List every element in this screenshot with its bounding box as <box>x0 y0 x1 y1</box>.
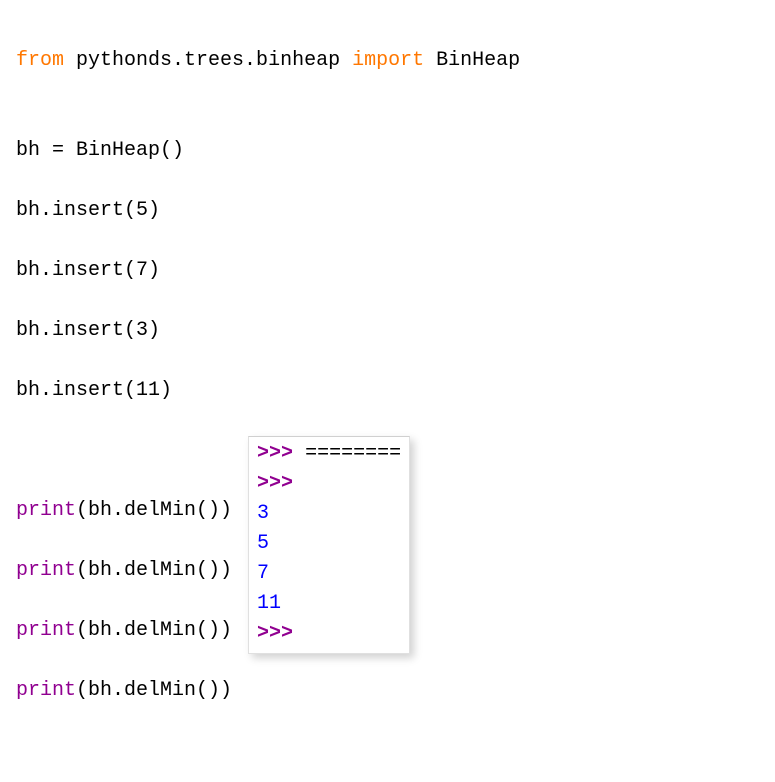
code-line-2: bh = BinHeap() <box>16 136 759 166</box>
builtin-print: print <box>16 559 76 582</box>
keyword-import: import <box>352 49 424 72</box>
code-line-print-2: print(bh.delMin()) <box>16 556 232 586</box>
repl-line: 3 <box>257 499 401 529</box>
repl-value: 11 <box>257 592 281 615</box>
bottom-row: print(bh.delMin()) print(bh.delMin()) pr… <box>16 466 759 766</box>
repl-line: 5 <box>257 529 401 559</box>
code-block: from pythonds.trees.binheap import BinHe… <box>16 16 759 466</box>
builtin-print: print <box>16 679 76 702</box>
module-path: pythonds.trees.binheap <box>76 49 340 72</box>
repl-line: >>> ======== <box>257 439 401 469</box>
repl-line: >>> <box>257 469 401 499</box>
repl-rule: ======== <box>293 442 401 465</box>
repl-prompt: >>> <box>257 622 293 645</box>
class-name: BinHeap <box>436 49 520 72</box>
repl-output-box: >>> ======== >>> 3 5 7 11 >>> <box>248 436 410 654</box>
print-block: print(bh.delMin()) print(bh.delMin()) pr… <box>16 466 232 766</box>
builtin-print: print <box>16 619 76 642</box>
code-line-print-3: print(bh.delMin()) <box>16 616 232 646</box>
code-line-3: bh.insert(5) <box>16 196 759 226</box>
code-line-4: bh.insert(7) <box>16 256 759 286</box>
repl-value: 7 <box>257 562 269 585</box>
code-line-print-4: print(bh.delMin()) <box>16 676 232 706</box>
code-line-1: from pythonds.trees.binheap import BinHe… <box>16 46 759 76</box>
code-line-6: bh.insert(11) <box>16 376 759 406</box>
keyword-from: from <box>16 49 64 72</box>
repl-line: >>> <box>257 619 401 649</box>
repl-prompt: >>> <box>257 472 293 495</box>
repl-line: 7 <box>257 559 401 589</box>
repl-value: 5 <box>257 532 269 555</box>
code-line-5: bh.insert(3) <box>16 316 759 346</box>
repl-prompt: >>> <box>257 442 293 465</box>
builtin-print: print <box>16 499 76 522</box>
repl-line: 11 <box>257 589 401 619</box>
